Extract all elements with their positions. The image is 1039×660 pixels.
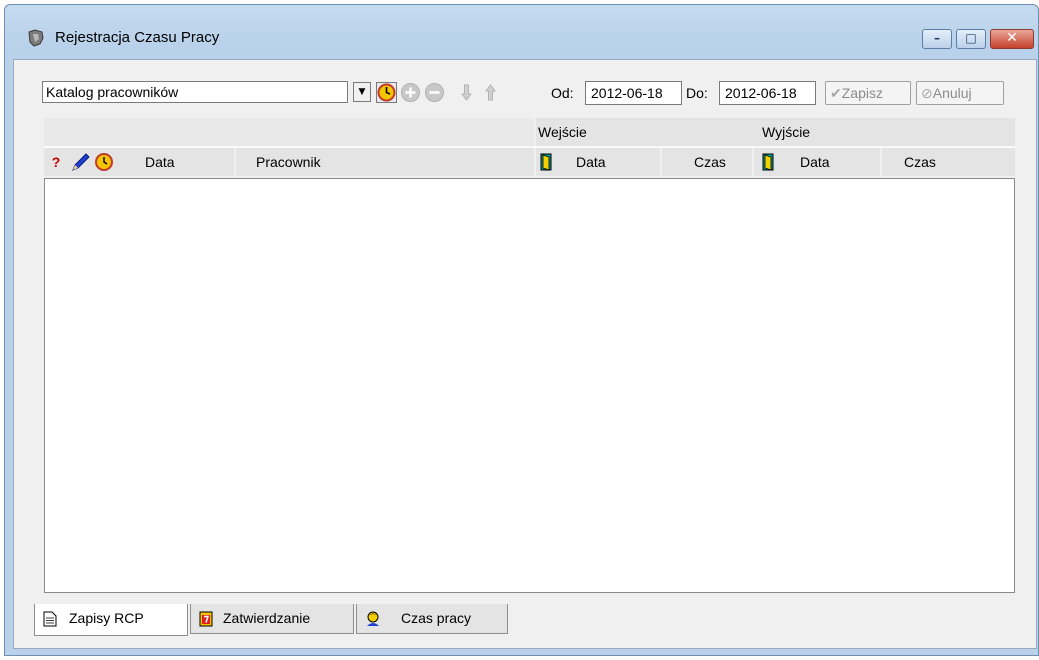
records-grid[interactable]	[44, 178, 1015, 593]
date-to-field[interactable]: 2012-06-18	[719, 81, 816, 105]
save-button-label: Zapisz	[841, 85, 883, 101]
column-header-entry-date[interactable]: Data	[558, 148, 660, 176]
toolbar: Katalog pracowników ▼ Od: 2012-06-18 Do:…	[24, 78, 1020, 114]
add-button[interactable]	[400, 82, 421, 103]
column-header-exit-time[interactable]: Czas	[882, 148, 1015, 176]
combo-value: Katalog pracowników	[46, 84, 179, 100]
door-icon	[762, 153, 774, 171]
minus-icon	[425, 83, 444, 102]
person-icon	[367, 611, 379, 626]
move-down-button[interactable]	[456, 82, 477, 103]
group-header-exit: Wyjście	[754, 118, 1015, 146]
maximize-button[interactable]: □	[956, 29, 986, 49]
tab-zapisy-rcp[interactable]: Zapisy RCP	[34, 604, 188, 636]
title-bar[interactable]: Rejestracja Czasu Pracy – □ ✕	[5, 5, 1038, 65]
tab-czas-pracy[interactable]: Czas pracy	[356, 604, 508, 634]
maximize-icon: □	[965, 31, 977, 45]
time-button[interactable]	[376, 82, 397, 103]
cancel-button-label: Anuluj	[932, 85, 972, 101]
column-header-exit-date[interactable]: Data	[778, 148, 880, 176]
tab-zatwierdzanie[interactable]: Zatwierdzanie	[190, 604, 354, 634]
column-header-date[interactable]: Data	[130, 148, 234, 176]
pencil-header	[68, 148, 94, 176]
minimize-button[interactable]: –	[922, 29, 952, 49]
cancel-icon: ⊘	[921, 85, 933, 101]
tab-label: Zapisy RCP	[69, 610, 144, 626]
od-label: Od:	[551, 85, 574, 101]
close-button[interactable]: ✕	[990, 29, 1034, 49]
close-icon: ✕	[1006, 30, 1018, 46]
combo-dropdown-button[interactable]: ▼	[353, 82, 371, 102]
header-spacer	[44, 118, 534, 146]
pencil-icon	[72, 153, 90, 171]
door-icon	[540, 153, 552, 171]
document-icon	[43, 611, 57, 627]
arrow-up-icon	[485, 84, 496, 101]
column-header-entry-time[interactable]: Czas	[662, 148, 752, 176]
app-icon	[28, 29, 44, 47]
window-title: Rejestracja Czasu Pracy	[55, 29, 220, 46]
grid-header: Wejście Wyjście ? Data Pracownik Data Cz…	[44, 118, 1015, 178]
minimize-icon: –	[934, 31, 940, 45]
move-up-button[interactable]	[480, 82, 501, 103]
cancel-button[interactable]: ⊘Anuluj	[916, 81, 1004, 105]
tab-label: Zatwierdzanie	[223, 610, 311, 626]
calendar-icon	[199, 611, 213, 627]
clock-icon	[95, 153, 113, 171]
exit-door-header	[754, 148, 778, 176]
arrow-down-icon	[461, 84, 472, 101]
checkmark-icon: ✔	[830, 85, 842, 101]
clock-icon	[377, 83, 396, 102]
save-button[interactable]: ✔Zapisz	[825, 81, 911, 105]
clock-header	[94, 148, 130, 176]
do-label: Do:	[686, 85, 708, 101]
catalog-combobox[interactable]: Katalog pracowników	[42, 81, 348, 103]
plus-icon	[401, 83, 420, 102]
entry-door-header	[536, 148, 558, 176]
remove-button[interactable]	[424, 82, 445, 103]
column-header-employee[interactable]: Pracownik	[236, 148, 534, 176]
tab-label: Czas pracy	[401, 610, 472, 626]
group-header-entry: Wejście	[536, 118, 754, 146]
date-from-field[interactable]: 2012-06-18	[585, 81, 682, 105]
question-icon: ?	[44, 148, 68, 176]
